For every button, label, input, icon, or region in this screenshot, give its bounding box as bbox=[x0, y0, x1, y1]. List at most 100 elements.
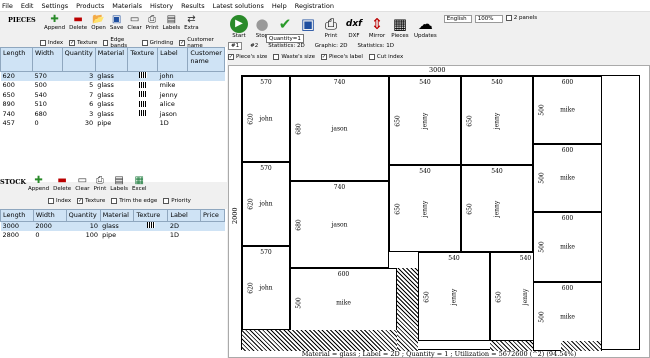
table-row[interactable]: 457 0 30 pipe 1D bbox=[0, 119, 225, 128]
cell-length[interactable]: 650 bbox=[0, 90, 33, 101]
table-row[interactable]: 2800 0 100 pipe 1D bbox=[0, 231, 225, 240]
cell-label[interactable]: alice bbox=[157, 100, 188, 110]
table-row[interactable]: 740 680 3 glass jason bbox=[0, 109, 225, 120]
cell-width[interactable]: 0 bbox=[32, 119, 63, 128]
print-layout-button[interactable]: ⎙ Print bbox=[322, 15, 340, 39]
table-row[interactable]: 890 510 6 glass alice bbox=[0, 100, 225, 110]
placed-piece-mike[interactable]: 600 500 mike bbox=[290, 268, 397, 337]
menu-item[interactable]: History bbox=[150, 2, 173, 10]
cell-label[interactable]: 1D bbox=[167, 231, 201, 240]
stats-2d[interactable]: Statistics: 2D bbox=[268, 43, 304, 49]
clear-button[interactable]: ▭ Clear bbox=[127, 14, 141, 31]
append-button[interactable]: ✚ Append bbox=[44, 14, 65, 31]
stats-1d[interactable]: Statistics: 1D bbox=[357, 43, 393, 49]
cell-texture[interactable] bbox=[127, 90, 158, 101]
dxf-button[interactable]: dxf DXF bbox=[345, 15, 363, 39]
option-trim-the-edge[interactable]: Trim the edge bbox=[111, 198, 157, 204]
checkbox[interactable]: ✓ bbox=[179, 40, 186, 46]
cell-texture[interactable] bbox=[127, 100, 158, 110]
cell-width[interactable]: 0 bbox=[33, 231, 67, 240]
cell-width[interactable]: 540 bbox=[32, 90, 63, 101]
cell-width[interactable]: 2000 bbox=[33, 221, 67, 232]
print-button[interactable]: ⎙ Print bbox=[146, 14, 159, 31]
placed-piece-mike[interactable]: 600 500 mike bbox=[533, 212, 602, 282]
pieces-table[interactable]: Length Width Quantity Material Texture Label C… bbox=[0, 47, 225, 128]
cell-material[interactable]: pipe bbox=[100, 231, 134, 240]
cell-width[interactable]: 500 bbox=[32, 81, 63, 91]
cell-extra[interactable] bbox=[187, 109, 225, 120]
column-header[interactable]: Texture bbox=[133, 209, 169, 222]
cell-length[interactable]: 620 bbox=[0, 71, 33, 82]
column-header[interactable]: Price bbox=[200, 209, 225, 222]
menu-item[interactable]: Registration bbox=[295, 2, 334, 10]
cell-texture[interactable] bbox=[133, 221, 168, 232]
graphic-2d[interactable]: Graphic: 2D bbox=[315, 43, 348, 49]
cell-quantity[interactable]: 7 bbox=[62, 90, 96, 101]
cell-quantity[interactable]: 30 bbox=[62, 119, 96, 128]
placed-piece-john[interactable]: 570 620 john bbox=[242, 162, 290, 246]
menu-item[interactable]: Latest solutions bbox=[213, 2, 264, 10]
cell-length[interactable]: 3000 bbox=[0, 221, 34, 232]
cell-material[interactable]: glass bbox=[95, 100, 128, 110]
placed-piece-jenny[interactable]: 540 650 jenny bbox=[389, 165, 461, 252]
sheet-tab-1[interactable]: #1 bbox=[228, 41, 243, 50]
two-panels-option[interactable]: 2 panels bbox=[505, 15, 537, 21]
cell-label[interactable]: jenny bbox=[157, 90, 188, 101]
menu-item[interactable]: Edit bbox=[21, 2, 34, 10]
cell-width[interactable]: 680 bbox=[32, 109, 63, 120]
placed-piece-jason[interactable]: 740 680 jason bbox=[290, 181, 389, 268]
cell-extra[interactable] bbox=[200, 221, 225, 232]
cell-quantity[interactable]: 10 bbox=[66, 221, 101, 232]
updates-button[interactable]: ☁ Updates bbox=[414, 15, 437, 39]
cell-texture[interactable] bbox=[127, 81, 158, 91]
open-button[interactable]: 📂 Open bbox=[91, 14, 106, 31]
column-header[interactable]: Length bbox=[0, 47, 33, 72]
option-index[interactable]: Index bbox=[48, 198, 71, 204]
layout-canvas[interactable]: 3000 2000 570 620 john 740 680 jason 540 650 jen… bbox=[228, 65, 650, 358]
cell-quantity[interactable]: 6 bbox=[62, 100, 96, 110]
cell-material[interactable]: glass bbox=[95, 109, 128, 120]
append-button[interactable]: ✚ Append bbox=[28, 175, 49, 192]
column-header[interactable]: Length bbox=[0, 209, 34, 222]
cell-texture[interactable] bbox=[127, 71, 158, 82]
column-header[interactable]: Label bbox=[167, 209, 202, 222]
checkbox[interactable] bbox=[40, 40, 46, 46]
placed-piece-jason[interactable]: 740 680 jason bbox=[290, 76, 389, 181]
excel-button[interactable]: ▦ Excel bbox=[132, 175, 147, 192]
cell-extra[interactable] bbox=[187, 90, 225, 101]
column-header[interactable]: Quantity bbox=[61, 47, 96, 72]
checkbox[interactable] bbox=[163, 198, 170, 204]
cell-quantity[interactable]: 3 bbox=[62, 109, 96, 120]
cell-length[interactable]: 600 bbox=[0, 81, 33, 91]
menu-item[interactable]: Help bbox=[272, 2, 287, 10]
cell-extra[interactable] bbox=[187, 100, 225, 110]
cell-extra[interactable] bbox=[200, 231, 225, 240]
labels-button[interactable]: ▤ Labels bbox=[110, 175, 128, 192]
menu-item[interactable]: Results bbox=[181, 2, 204, 10]
language-select[interactable]: English bbox=[443, 15, 472, 23]
menu-item[interactable]: Settings bbox=[41, 2, 68, 10]
placed-piece-mike[interactable]: 600 500 mike bbox=[533, 76, 602, 144]
cell-extra[interactable] bbox=[187, 71, 225, 82]
checkbox[interactable]: ✓ bbox=[320, 54, 327, 60]
checkbox[interactable]: ✓ bbox=[228, 54, 234, 60]
checkbox[interactable] bbox=[48, 198, 54, 204]
column-header[interactable]: Width bbox=[32, 209, 67, 222]
placed-piece-mike[interactable]: 600 500 mike bbox=[533, 144, 602, 212]
cell-length[interactable]: 2800 bbox=[0, 231, 34, 240]
mirror-button[interactable]: ⇕ Mirror bbox=[368, 15, 386, 39]
labels-button[interactable]: ▤ Labels bbox=[162, 14, 180, 31]
column-header[interactable]: Width bbox=[31, 47, 63, 72]
column-header[interactable]: Customer name bbox=[187, 47, 225, 72]
cell-material[interactable]: glass bbox=[100, 221, 134, 232]
delete-button[interactable]: ▬ Delete bbox=[53, 175, 71, 192]
two-panels-checkbox[interactable] bbox=[505, 15, 512, 21]
placed-piece-jenny[interactable]: 540 650 jenny bbox=[461, 165, 533, 252]
cell-texture[interactable] bbox=[127, 109, 158, 120]
placed-piece-jenny[interactable]: 540 650 jenny bbox=[418, 252, 490, 341]
option-waste-s-size[interactable]: Waste's size bbox=[273, 54, 315, 60]
placed-piece-jenny[interactable]: 540 650 jenny bbox=[389, 76, 461, 165]
placed-piece-john[interactable]: 570 620 john bbox=[242, 246, 290, 330]
save-button[interactable]: ▣ Save bbox=[110, 14, 124, 31]
option-cut-index[interactable]: Cut index bbox=[368, 54, 403, 60]
